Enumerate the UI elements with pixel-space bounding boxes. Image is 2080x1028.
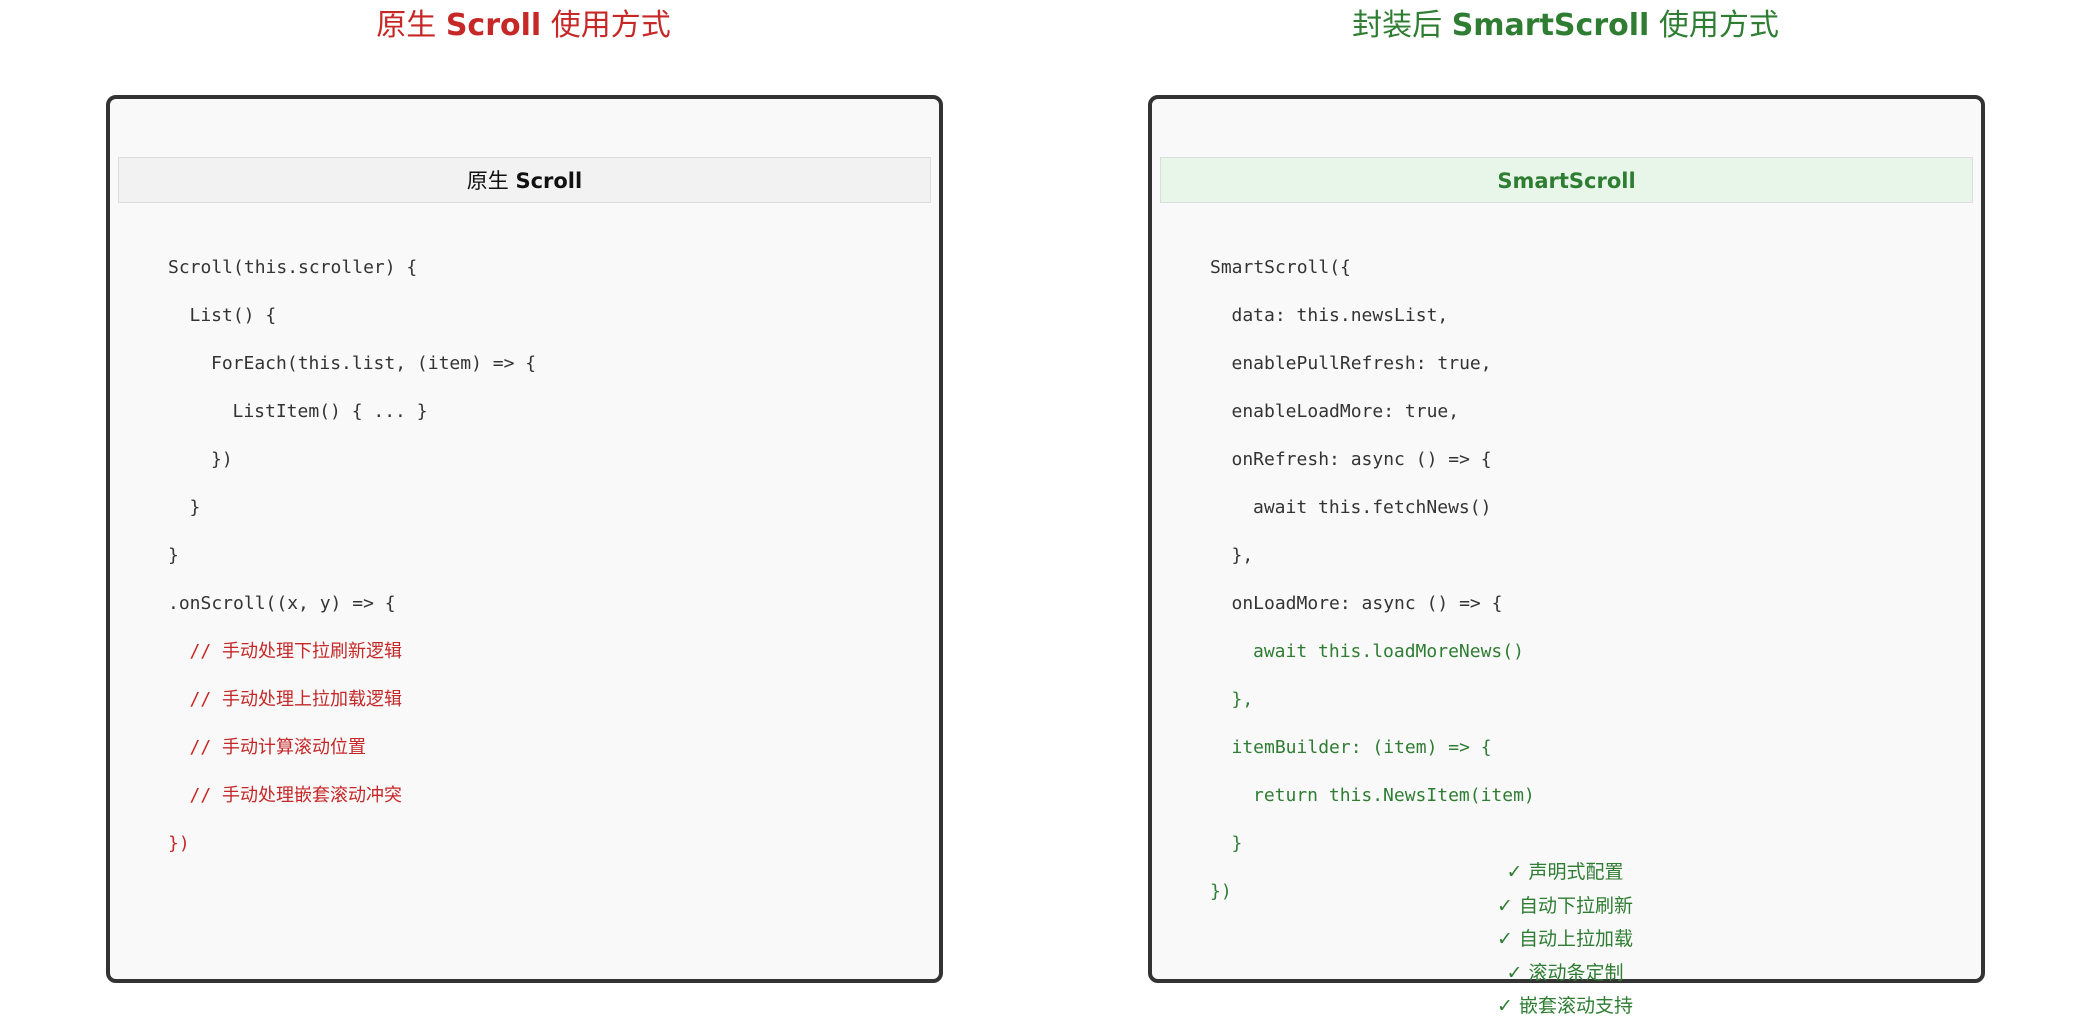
feature-item: ✓ 声明式配置 <box>1506 861 1624 883</box>
code-line: }, <box>1231 689 1254 710</box>
smart-title-suffix: 使用方式 <box>1649 8 1779 43</box>
code-line: } <box>189 497 201 518</box>
code-line: Scroll(this.scroller) { <box>168 257 418 278</box>
code-line: .onScroll((x, y) => { <box>168 593 396 614</box>
native-header-prefix: 原生 <box>466 169 516 193</box>
code-line: } <box>168 545 179 566</box>
code-line: await this.loadMoreNews() <box>1253 641 1524 662</box>
code-line: // 手动处理嵌套滚动冲突 <box>189 785 403 806</box>
code-line: onRefresh: async () => { <box>1231 449 1492 470</box>
code-line: SmartScroll({ <box>1210 257 1351 278</box>
code-line: }) <box>211 449 233 470</box>
smart-title-prefix: 封装后 <box>1352 8 1452 43</box>
native-header-bold: Scroll <box>515 169 583 193</box>
native-title-bold: Scroll <box>445 8 542 43</box>
code-line: // 手动计算滚动位置 <box>189 737 367 758</box>
code-line: List() { <box>189 305 277 326</box>
native-scroll-title: 原生 Scroll 使用方式 <box>107 2 940 50</box>
code-line: // 手动处理上拉加载逻辑 <box>189 689 403 710</box>
feature-item: ✓ 自动上拉加载 <box>1497 928 1633 950</box>
smartscroll-panel-header: SmartScroll <box>1160 157 1973 203</box>
native-scroll-panel-header: 原生 Scroll <box>118 157 931 203</box>
feature-item: ✓ 自动下拉刷新 <box>1497 894 1633 917</box>
code-line: enableLoadMore: true, <box>1231 401 1460 422</box>
code-line: ForEach(this.list, (item) => { <box>211 353 537 374</box>
code-line: } <box>1231 833 1243 854</box>
code-line: }) <box>1210 881 1232 902</box>
smart-title-bold: SmartScroll <box>1451 8 1650 43</box>
code-line: await this.fetchNews() <box>1253 497 1492 518</box>
native-title-prefix: 原生 <box>376 8 446 43</box>
smartscroll-title: 封装后 SmartScroll 使用方式 <box>1149 2 1982 50</box>
code-line: data: this.newsList, <box>1231 305 1449 326</box>
feature-item: ✓ 滚动条定制 <box>1506 961 1624 984</box>
code-line: }) <box>168 833 190 854</box>
native-title-suffix: 使用方式 <box>541 8 671 43</box>
code-line: // 手动处理下拉刷新逻辑 <box>189 641 403 662</box>
code-line: enablePullRefresh: true, <box>1231 353 1492 374</box>
code-line: onLoadMore: async () => { <box>1231 593 1503 614</box>
smartscroll-panel: SmartScroll <box>1148 95 1985 983</box>
code-line: }, <box>1231 545 1254 566</box>
code-line: itemBuilder: (item) => { <box>1231 737 1492 758</box>
native-scroll-panel: 原生 Scroll <box>106 95 943 983</box>
feature-item: ✓ 嵌套滚动支持 <box>1497 995 1633 1017</box>
code-line: ListItem() { ... } <box>232 401 428 422</box>
code-line: return this.NewsItem(item) <box>1253 785 1535 806</box>
